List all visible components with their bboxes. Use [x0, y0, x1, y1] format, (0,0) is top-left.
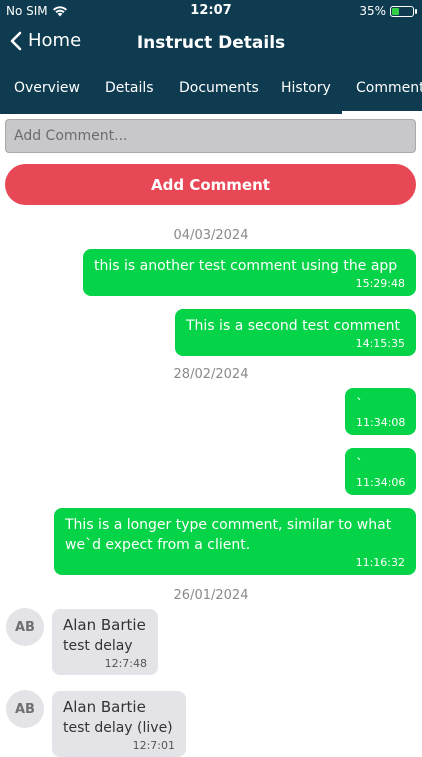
comment-time: 11:34:06 [356, 476, 406, 489]
comment-time: 11:16:32 [355, 556, 405, 569]
date-separator: 28/02/2024 [173, 367, 249, 382]
add-comment-button[interactable]: Add Comment [5, 164, 416, 205]
tab-documents[interactable]: Documents [179, 80, 259, 96]
comment-bubble-outgoing: This is a second test comment 14:15:35 [175, 309, 416, 356]
comment-text: This is a longer type comment, similar t… [65, 517, 392, 553]
active-tab-indicator [342, 111, 422, 114]
tab-details[interactable]: Details [105, 80, 154, 96]
comment-time: 12:7:48 [104, 657, 147, 670]
comment-sender: Alan Bartie [63, 616, 146, 634]
status-bar: No SIM 12:07 35% [0, 0, 422, 22]
comment-bubble-outgoing: ` 11:34:06 [345, 448, 416, 495]
comment-text: test delay [63, 638, 133, 654]
comment-bubble-outgoing: ` 11:34:08 [345, 388, 416, 435]
nav-bar: Home Instruct Details [0, 24, 422, 64]
comment-bubble-outgoing: This is a longer type comment, similar t… [54, 508, 416, 575]
comment-text: test delay (live) [63, 720, 173, 736]
comment-time: 12:7:01 [132, 739, 175, 752]
comment-time: 15:29:48 [355, 277, 405, 290]
comment-text: this is another test comment using the a… [94, 258, 398, 274]
comment-time: 11:34:08 [356, 416, 406, 429]
tab-overview[interactable]: Overview [14, 80, 80, 96]
avatar: AB [6, 608, 44, 646]
comment-bubble-outgoing: this is another test comment using the a… [83, 249, 416, 296]
page-title: Instruct Details [136, 33, 286, 53]
tab-history[interactable]: History [281, 80, 331, 96]
comment-time: 14:15:35 [355, 337, 405, 350]
comment-text: This is a second test comment [186, 318, 400, 334]
comment-bubble-incoming: Alan Bartie test delay 12:7:48 [52, 609, 158, 675]
avatar: AB [6, 690, 44, 728]
comment-sender: Alan Bartie [63, 698, 146, 716]
comment-input[interactable] [5, 119, 416, 153]
status-right: 35% [359, 4, 417, 18]
date-separator: 26/01/2024 [173, 588, 249, 603]
comment-bubble-incoming: Alan Bartie test delay (live) 12:7:01 [52, 691, 186, 757]
comment-text: ` [356, 397, 363, 413]
tab-bar: Overview Details Documents History Comme… [0, 72, 422, 114]
comment-text: ` [356, 457, 363, 473]
battery-level [392, 7, 399, 15]
app-header: No SIM 12:07 35% Home Instruct Details O… [0, 0, 422, 114]
battery-icon [390, 5, 417, 17]
tab-comments[interactable]: Comments [356, 80, 422, 96]
date-separator: 04/03/2024 [173, 228, 249, 243]
battery-percent: 35% [359, 4, 386, 18]
